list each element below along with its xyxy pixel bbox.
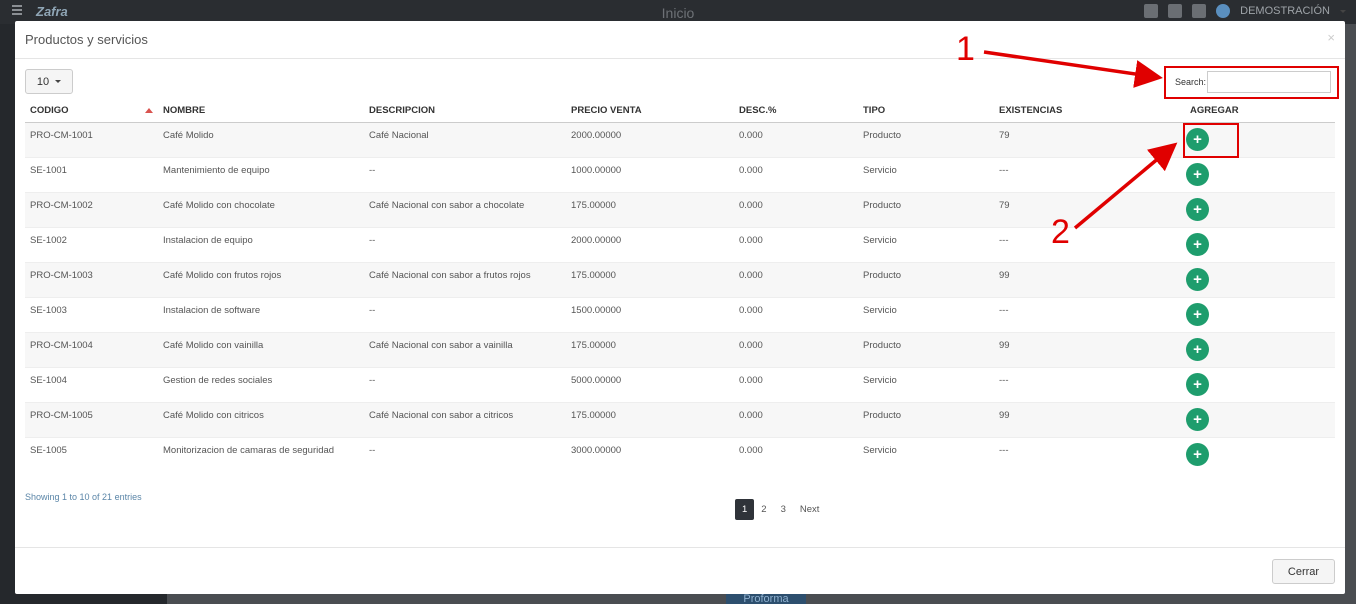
annotation-arrows bbox=[983, 50, 1178, 230]
annotation-arrow-1 bbox=[983, 50, 1163, 88]
annotation-arrow-2 bbox=[1073, 142, 1178, 230]
